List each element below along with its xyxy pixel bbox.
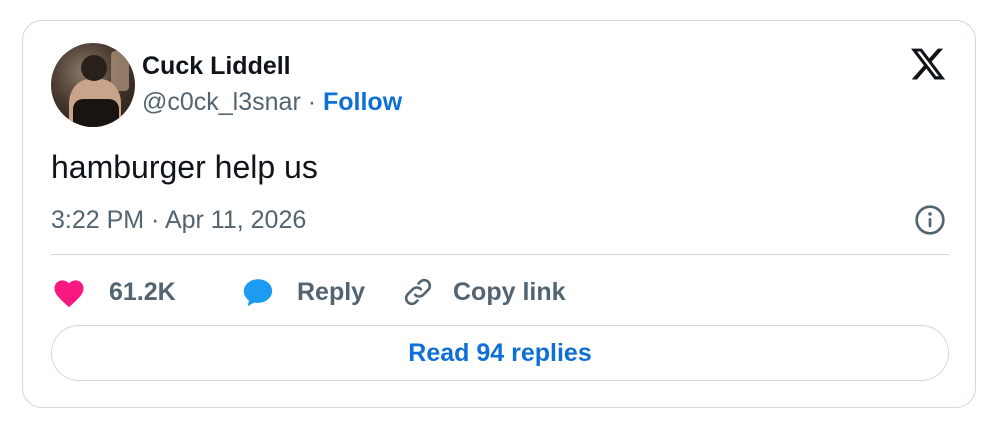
copy-link-button[interactable]: Copy link (401, 272, 566, 312)
tweet-card: Cuck Liddell @c0ck_l3snar · Follow hambu… (22, 20, 976, 408)
reply-label: Reply (297, 277, 366, 306)
reply-button[interactable]: Reply (241, 272, 365, 312)
divider (51, 254, 949, 255)
info-icon[interactable] (914, 204, 946, 236)
author-handle[interactable]: @c0ck_l3snar (142, 88, 301, 116)
author-name[interactable]: Cuck Liddell (142, 52, 291, 81)
tweet-text: hamburger help us (51, 149, 318, 185)
read-replies-label: Read 94 replies (408, 338, 592, 367)
like-count: 61.2K (109, 277, 176, 306)
x-logo-icon[interactable] (909, 45, 947, 83)
link-icon (401, 275, 435, 309)
like-button[interactable]: 61.2K (51, 272, 176, 312)
tweet-timestamp[interactable]: 3:22 PM · Apr 11, 2026 (51, 206, 306, 235)
author-handle-row: @c0ck_l3snar · Follow (142, 88, 402, 117)
avatar[interactable] (51, 43, 135, 127)
copy-link-label: Copy link (453, 277, 566, 306)
action-bar: 61.2K Reply Copy link (51, 272, 949, 312)
follow-button[interactable]: Follow (323, 88, 402, 116)
handle-separator: · (300, 88, 323, 116)
speech-bubble-icon (241, 276, 275, 308)
heart-icon (51, 276, 87, 308)
read-replies-button[interactable]: Read 94 replies (51, 325, 949, 381)
